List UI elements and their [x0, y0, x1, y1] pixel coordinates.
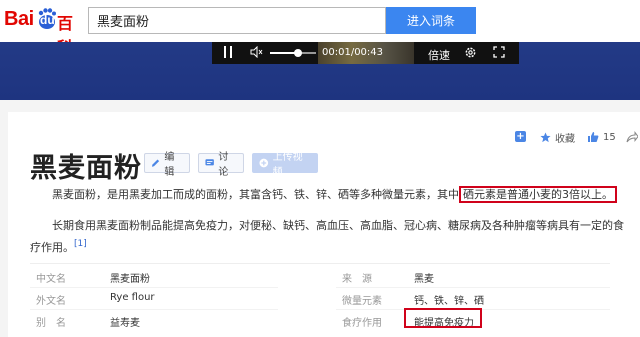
- upload-video-button[interactable]: 上传视频: [252, 152, 318, 178]
- info-value: 钙、铁、锌、硒: [414, 296, 484, 307]
- plus-circle-icon: [259, 158, 269, 168]
- p1-highlight: 硒元素是普通小麦的3倍以上。: [459, 186, 617, 203]
- discuss-button[interactable]: 讨论: [198, 152, 244, 178]
- info-key: 外文名: [36, 296, 66, 307]
- highlight-box: [404, 308, 482, 328]
- add-icon[interactable]: +: [515, 131, 526, 142]
- logo-du-text: du: [40, 13, 55, 27]
- p2-text: 长期食用黑麦面粉制品能提高免疫力，对便秘、缺钙、高血压、高血脂、冠心病、糖尿病及…: [30, 219, 624, 254]
- logo-bai-text: Bai: [4, 8, 34, 30]
- volume-icon[interactable]: [250, 46, 264, 58]
- info-value: Rye flour: [110, 292, 155, 303]
- gear-icon[interactable]: [464, 46, 477, 59]
- comment-icon: [205, 159, 214, 166]
- summary-paragraph-1: 黑麦面粉，是用黑麦加工而成的面粉，其富含钙、铁、锌、硒等多种微量元素，其中 硒元素…: [30, 186, 617, 204]
- summary-paragraph-2: 长期食用黑麦面粉制品能提高免疫力，对便秘、缺钙、高血压、高血脂、冠心病、糖尿病及…: [30, 217, 630, 257]
- info-row: 别 名 益寿麦 食疗作用 能提高免疫力: [0, 314, 580, 334]
- like-button[interactable]: 15: [587, 128, 616, 146]
- baidu-baike-logo[interactable]: Bai du 百科: [2, 4, 86, 57]
- volume-handle[interactable]: [293, 49, 302, 57]
- info-key: 别 名: [36, 318, 66, 329]
- enter-entry-button[interactable]: 进入词条: [386, 7, 476, 34]
- entry-title: 黑麦面粉: [30, 153, 142, 184]
- upload-video-label: 上传视频: [272, 152, 303, 178]
- thumbs-up-icon: [588, 132, 599, 142]
- pencil-icon: [151, 159, 160, 167]
- top-search-bar: Bai du 百科 进入词条: [0, 0, 640, 57]
- speed-button[interactable]: 倍速: [428, 47, 450, 63]
- search-box[interactable]: [88, 7, 386, 34]
- video-time: 00:01/00:43: [322, 47, 384, 58]
- edit-label: 编辑: [164, 152, 175, 178]
- star-icon: [540, 131, 551, 142]
- search-input[interactable]: [89, 8, 385, 33]
- info-key: 来 源: [342, 274, 372, 285]
- share-icon[interactable]: [626, 131, 638, 143]
- citation-link[interactable]: [1]: [74, 239, 87, 249]
- info-key: 中文名: [36, 274, 66, 285]
- info-value[interactable]: 黑麦: [414, 270, 434, 285]
- fullscreen-icon[interactable]: [493, 46, 505, 58]
- info-value: 黑麦面粉: [110, 274, 150, 285]
- pause-icon[interactable]: [223, 46, 233, 58]
- info-key: 食疗作用: [342, 318, 382, 329]
- p1-text: 黑麦面粉，是用黑麦加工而成的面粉，其富含钙、铁、锌、硒等多种微量元素，其中: [52, 188, 459, 201]
- discuss-label: 讨论: [218, 152, 229, 178]
- info-key: 微量元素: [342, 296, 382, 307]
- like-count: 15: [603, 131, 616, 143]
- edit-button[interactable]: 编辑: [144, 152, 190, 178]
- favorite-button[interactable]: 收藏: [540, 128, 575, 146]
- info-value: 益寿麦: [110, 318, 140, 329]
- favorite-label: 收藏: [555, 133, 575, 145]
